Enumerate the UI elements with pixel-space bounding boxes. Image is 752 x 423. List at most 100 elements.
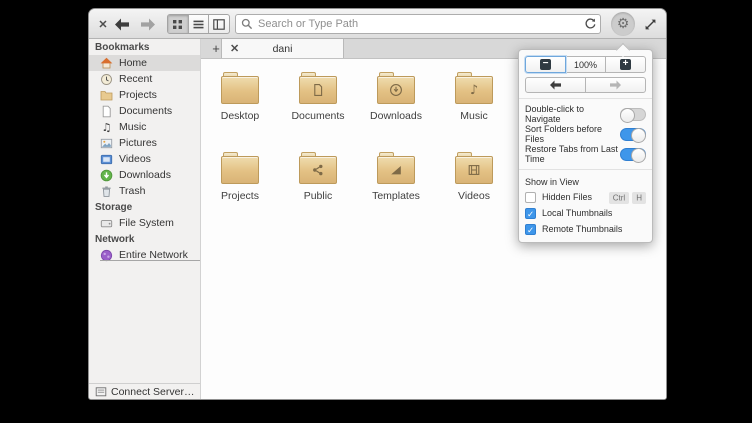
window-close-button[interactable]: ✕ bbox=[96, 17, 110, 31]
connect-server-label: Connect Server… bbox=[111, 385, 195, 398]
grid-view-icon bbox=[173, 19, 183, 29]
picture-icon bbox=[100, 137, 113, 150]
film-emblem-icon bbox=[468, 165, 480, 175]
restore-tabs-switch[interactable] bbox=[620, 147, 646, 163]
folder-label: Templates bbox=[372, 190, 420, 202]
sidebar-item-music[interactable]: ♫ Music bbox=[89, 119, 200, 135]
sidebar-item-label: Projects bbox=[119, 89, 157, 101]
refresh-button[interactable] bbox=[580, 15, 600, 33]
checkbox-label: Hidden Files bbox=[542, 192, 593, 202]
folder-icon bbox=[100, 89, 113, 102]
folder-item-public[interactable]: Public bbox=[279, 150, 357, 230]
folder-grid: Desktop Documents Downloads ♪ Music Proj… bbox=[201, 70, 513, 230]
document-icon bbox=[100, 105, 113, 118]
folder-item-downloads[interactable]: Downloads bbox=[357, 70, 435, 150]
remote-thumbnails-checkbox[interactable] bbox=[525, 223, 536, 235]
tab-dani[interactable]: dani ✕ bbox=[221, 39, 344, 58]
list-view-button[interactable] bbox=[189, 15, 210, 33]
grid-view-button[interactable] bbox=[168, 15, 189, 33]
double-click-navigate-switch[interactable] bbox=[620, 107, 646, 123]
gear-icon: ⚙ bbox=[616, 16, 630, 32]
folder-label: Public bbox=[303, 190, 333, 202]
video-icon bbox=[100, 153, 113, 166]
show-in-view-header: Show in View bbox=[525, 177, 579, 187]
double-click-navigate-row: Double-click to Navigate bbox=[525, 104, 646, 124]
zoom-in-icon: + bbox=[620, 59, 631, 70]
sidebar-item-home[interactable]: Home bbox=[89, 55, 200, 71]
folder-icon bbox=[221, 72, 259, 104]
sidebar-item-label: Home bbox=[119, 57, 148, 69]
popover-separator bbox=[519, 169, 652, 170]
share-emblem-icon bbox=[313, 164, 323, 176]
disk-usage-bar bbox=[100, 260, 200, 261]
history-control bbox=[525, 77, 646, 93]
zoom-level: 100% bbox=[565, 56, 606, 73]
document-emblem-icon bbox=[314, 84, 323, 96]
folder-icon bbox=[455, 152, 493, 184]
server-icon bbox=[94, 385, 107, 398]
home-icon bbox=[100, 57, 113, 70]
popover-forward-button[interactable] bbox=[585, 77, 646, 93]
expand-icon bbox=[645, 19, 655, 29]
folder-icon bbox=[377, 152, 415, 184]
sidebar-item-videos[interactable]: Videos bbox=[89, 151, 200, 167]
zoom-control: − 100% + bbox=[525, 56, 646, 73]
sidebar-item-documents[interactable]: Documents bbox=[89, 103, 200, 119]
forward-button[interactable] bbox=[139, 17, 157, 31]
sidebar-item-recent[interactable]: Recent bbox=[89, 71, 200, 87]
sidebar-item-pictures[interactable]: Pictures bbox=[89, 135, 200, 151]
tab-close-button[interactable]: ✕ bbox=[230, 39, 239, 58]
back-arrow-icon bbox=[550, 80, 561, 90]
trash-icon bbox=[100, 185, 113, 198]
folder-icon bbox=[377, 72, 415, 104]
checkbox-label: Local Thumbnails bbox=[542, 208, 613, 218]
folder-item-videos[interactable]: Videos bbox=[435, 150, 513, 230]
folder-item-desktop[interactable]: Desktop bbox=[201, 70, 279, 150]
zoom-out-icon: − bbox=[540, 59, 551, 70]
local-thumbnails-checkbox[interactable] bbox=[525, 207, 536, 219]
folder-icon: ♪ bbox=[455, 72, 493, 104]
checkbox-label: Remote Thumbnails bbox=[542, 224, 623, 234]
fullscreen-button[interactable] bbox=[641, 16, 659, 32]
sidebar-item-file-system[interactable]: File System bbox=[89, 215, 200, 231]
remote-thumbnails-row: Remote Thumbnails bbox=[525, 221, 646, 237]
popover-separator bbox=[519, 98, 652, 99]
list-view-icon bbox=[193, 20, 204, 28]
folder-label: Music bbox=[460, 110, 488, 122]
sidebar-item-label: Videos bbox=[119, 153, 151, 165]
sidebar-item-label: Downloads bbox=[119, 169, 171, 181]
sidebar-header-bookmarks: Bookmarks bbox=[95, 41, 150, 53]
hidden-files-checkbox[interactable] bbox=[525, 191, 536, 203]
zoom-out-button[interactable]: − bbox=[525, 56, 566, 73]
folder-item-documents[interactable]: Documents bbox=[279, 70, 357, 150]
folder-item-templates[interactable]: Templates bbox=[357, 150, 435, 230]
sidebar-item-label: Pictures bbox=[119, 137, 157, 149]
folder-label: Desktop bbox=[220, 110, 260, 122]
file-manager-window: ✕ Search or Type Path ⚙ Bookmarks Home R… bbox=[88, 8, 667, 400]
sidebar-item-trash[interactable]: Trash bbox=[89, 183, 200, 199]
templates-emblem-icon bbox=[391, 166, 401, 175]
folder-label: Projects bbox=[221, 190, 259, 202]
forward-arrow-icon bbox=[610, 80, 621, 90]
sidebar-header-network: Network bbox=[95, 233, 135, 245]
folder-item-music[interactable]: ♪ Music bbox=[435, 70, 513, 150]
folder-label: Documents bbox=[291, 110, 345, 122]
folder-icon bbox=[221, 152, 259, 184]
folder-item-projects[interactable]: Projects bbox=[201, 150, 279, 230]
settings-menu-button[interactable]: ⚙ bbox=[611, 12, 635, 36]
search-input[interactable]: Search or Type Path bbox=[235, 14, 601, 34]
zoom-in-button[interactable]: + bbox=[605, 56, 646, 73]
music-emblem-icon: ♪ bbox=[469, 82, 479, 98]
sort-folders-row: Sort Folders before Files bbox=[525, 124, 646, 144]
clock-icon bbox=[100, 73, 113, 86]
sort-folders-switch[interactable] bbox=[620, 127, 646, 143]
sidebar-item-projects[interactable]: Projects bbox=[89, 87, 200, 103]
sidebar-item-downloads[interactable]: Downloads bbox=[89, 167, 200, 183]
hard-drive-icon bbox=[100, 217, 113, 230]
column-view-button[interactable] bbox=[209, 15, 229, 33]
download-icon bbox=[100, 169, 113, 182]
connect-server-button[interactable]: Connect Server… bbox=[89, 383, 200, 399]
restore-tabs-row: Restore Tabs from Last Time bbox=[525, 144, 646, 164]
popover-back-button[interactable] bbox=[525, 77, 586, 93]
back-button[interactable] bbox=[113, 17, 131, 31]
